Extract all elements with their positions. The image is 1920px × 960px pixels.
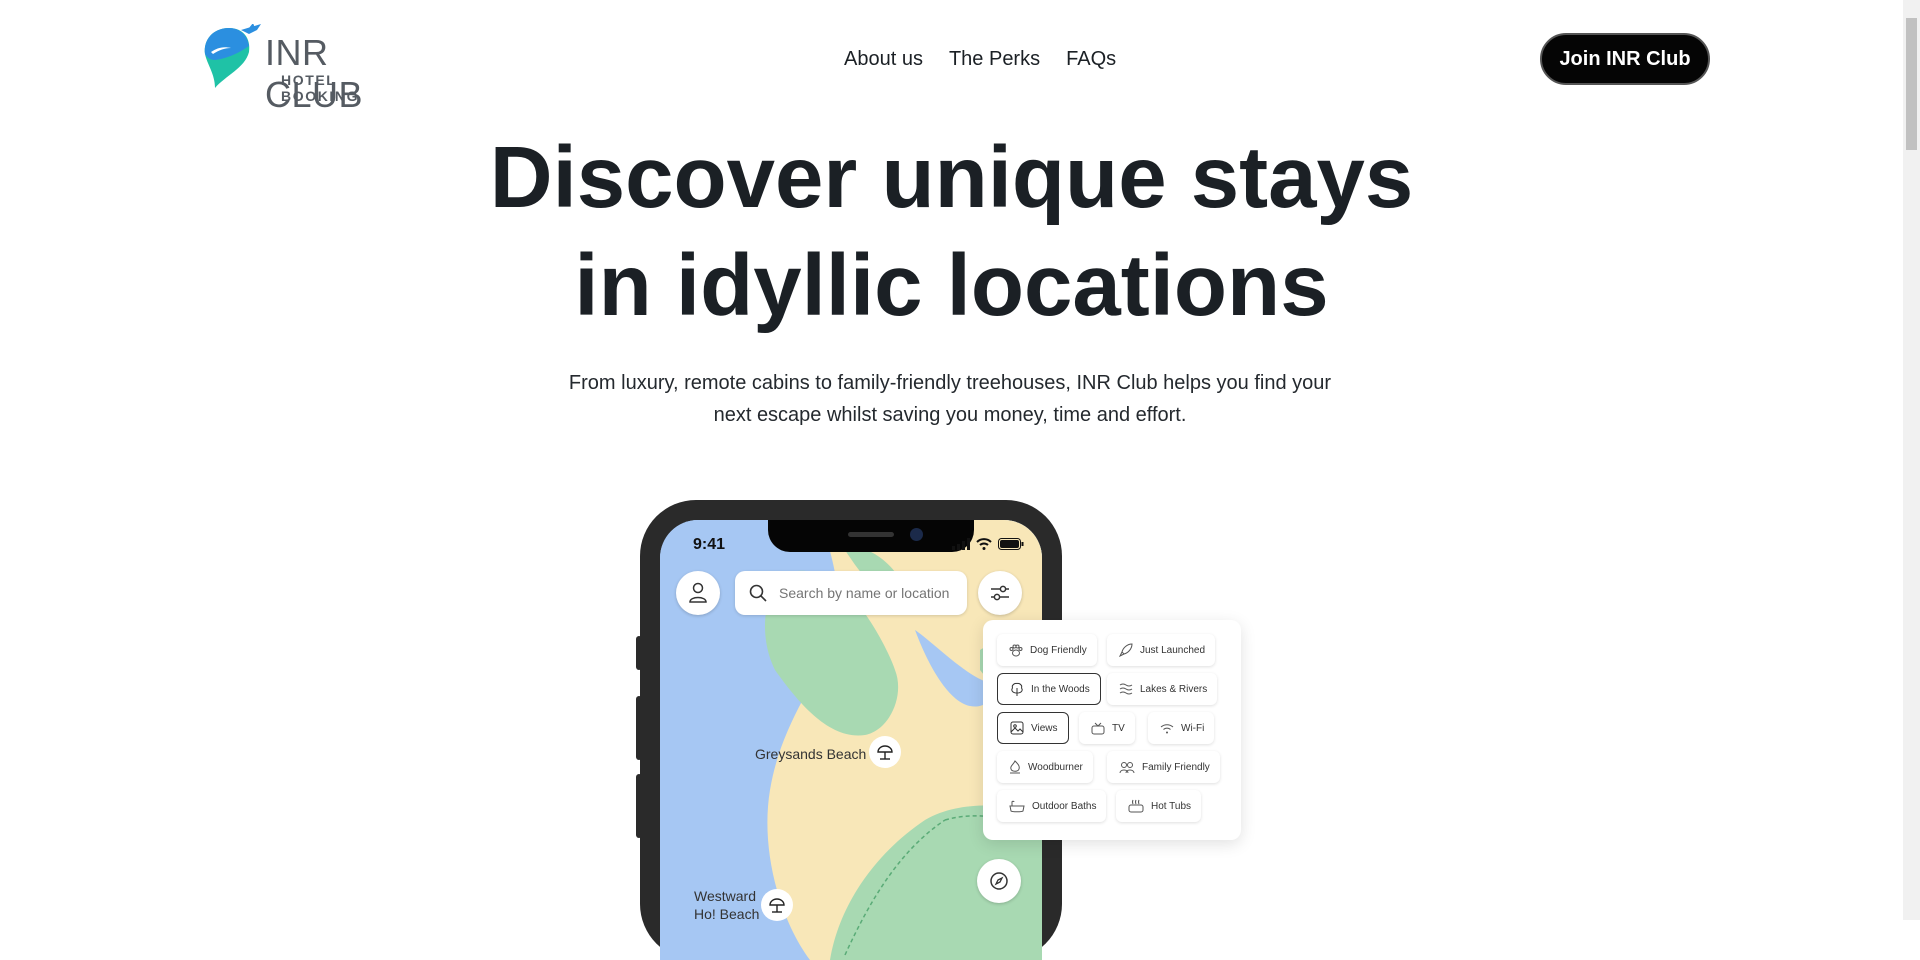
filter-chip-just-launched[interactable]: Just Launched bbox=[1107, 634, 1216, 666]
camera-icon bbox=[910, 528, 923, 541]
signal-icon bbox=[952, 538, 970, 550]
phone-side-button bbox=[636, 636, 642, 670]
nav-about-us[interactable]: About us bbox=[844, 48, 923, 71]
compass-icon bbox=[990, 872, 1008, 890]
phone-side-button bbox=[636, 774, 642, 838]
profile-button[interactable] bbox=[676, 571, 720, 615]
fire-icon bbox=[1010, 760, 1020, 774]
nav-the-perks[interactable]: The Perks bbox=[949, 48, 1040, 71]
filter-chip-lakes-rivers[interactable]: Lakes & Rivers bbox=[1107, 673, 1218, 705]
wifi-icon bbox=[976, 538, 992, 550]
filter-chip-label: Lakes & Rivers bbox=[1140, 683, 1208, 695]
filter-chip-tv[interactable]: TV bbox=[1079, 712, 1135, 744]
logo-subtitle: HOTEL BOOKING bbox=[281, 72, 360, 104]
filter-chip-label: Dog Friendly bbox=[1030, 644, 1087, 656]
filter-chip-views[interactable]: Views bbox=[997, 712, 1069, 744]
search-input[interactable] bbox=[777, 584, 961, 602]
filter-chip-label: In the Woods bbox=[1031, 683, 1090, 695]
wifi-icon bbox=[1160, 723, 1174, 733]
filter-chip-label: Family Friendly bbox=[1142, 761, 1210, 773]
filter-chip-label: Wi-Fi bbox=[1181, 722, 1205, 734]
filter-chip-dog-friendly[interactable]: Dog Friendly bbox=[997, 634, 1097, 666]
hero-title: Discover unique stays in idyllic locatio… bbox=[0, 124, 1903, 340]
hero-subtitle-line2: next escape whilst saving you money, tim… bbox=[713, 404, 1187, 426]
compass-button[interactable] bbox=[977, 859, 1021, 903]
filter-chip-label: TV bbox=[1112, 722, 1125, 734]
nav-faqs[interactable]: FAQs bbox=[1066, 48, 1116, 71]
main-nav: About us The Perks FAQs bbox=[844, 48, 1116, 71]
join-button[interactable]: Join INR Club bbox=[1540, 33, 1710, 85]
map-label-westward-line1: Westward bbox=[694, 888, 756, 904]
filter-chip-hot-tubs[interactable]: Hot Tubs bbox=[1116, 790, 1202, 822]
battery-icon bbox=[998, 538, 1024, 550]
tree-icon bbox=[1011, 682, 1023, 696]
image-icon bbox=[1010, 721, 1024, 735]
filter-chip-label: Outdoor Baths bbox=[1032, 800, 1097, 812]
status-time: 9:41 bbox=[693, 536, 726, 553]
map-pin-westward[interactable] bbox=[761, 889, 793, 921]
filter-chip-label: Views bbox=[1031, 722, 1058, 734]
filter-chip-family-friendly[interactable]: Family Friendly bbox=[1107, 751, 1220, 783]
umbrella-icon bbox=[769, 898, 785, 913]
hero-subtitle-line1: From luxury, remote cabins to family-fri… bbox=[568, 372, 1332, 394]
site-header: INR CLUB HOTEL BOOKING About us The Perk… bbox=[0, 0, 1903, 118]
map-label-westward: Westward Ho! Beach bbox=[694, 887, 759, 923]
filter-chip-label: Woodburner bbox=[1028, 761, 1083, 773]
family-icon bbox=[1119, 761, 1135, 773]
filter-button[interactable] bbox=[978, 571, 1022, 615]
scrollbar-thumb[interactable] bbox=[1906, 18, 1917, 150]
phone-notch bbox=[768, 520, 974, 552]
hero-subtitle: From luxury, remote cabins to family-fri… bbox=[560, 367, 1340, 431]
umbrella-icon bbox=[877, 745, 893, 760]
speaker-grille bbox=[848, 532, 894, 537]
sliders-icon bbox=[991, 585, 1009, 601]
filter-chip-wi-fi[interactable]: Wi-Fi bbox=[1148, 712, 1215, 744]
hero-title-line1: Discover unique stays bbox=[489, 129, 1414, 226]
waves-icon bbox=[1119, 683, 1133, 695]
bath-icon bbox=[1009, 800, 1025, 812]
phone-side-button bbox=[636, 696, 642, 760]
page-scrollbar[interactable] bbox=[1903, 0, 1920, 920]
filter-chip-woodburner[interactable]: Woodburner bbox=[997, 751, 1093, 783]
status-icons bbox=[952, 538, 1024, 550]
user-icon bbox=[689, 582, 707, 603]
logo[interactable]: INR CLUB HOTEL BOOKING bbox=[201, 24, 416, 115]
map-label-greysands: Greysands Beach bbox=[755, 746, 867, 762]
map-pin-greysands[interactable] bbox=[869, 736, 901, 768]
hero-title-line2: in idyllic locations bbox=[574, 237, 1329, 334]
filter-chip-in-the-woods[interactable]: In the Woods bbox=[997, 673, 1101, 705]
map-search-bar[interactable] bbox=[735, 571, 967, 615]
search-icon bbox=[749, 584, 767, 602]
filter-chip-outdoor-baths[interactable]: Outdoor Baths bbox=[997, 790, 1107, 822]
map-pin-plane-icon bbox=[204, 24, 261, 88]
filter-chip-label: Hot Tubs bbox=[1151, 800, 1192, 812]
tv-icon bbox=[1091, 722, 1105, 734]
rocket-icon bbox=[1119, 643, 1133, 657]
filters-panel: Dog Friendly Just Launched In the Woods … bbox=[983, 620, 1241, 840]
paw-icon bbox=[1009, 644, 1023, 656]
filter-chip-label: Just Launched bbox=[1140, 644, 1206, 656]
hot-tub-icon bbox=[1128, 799, 1144, 813]
